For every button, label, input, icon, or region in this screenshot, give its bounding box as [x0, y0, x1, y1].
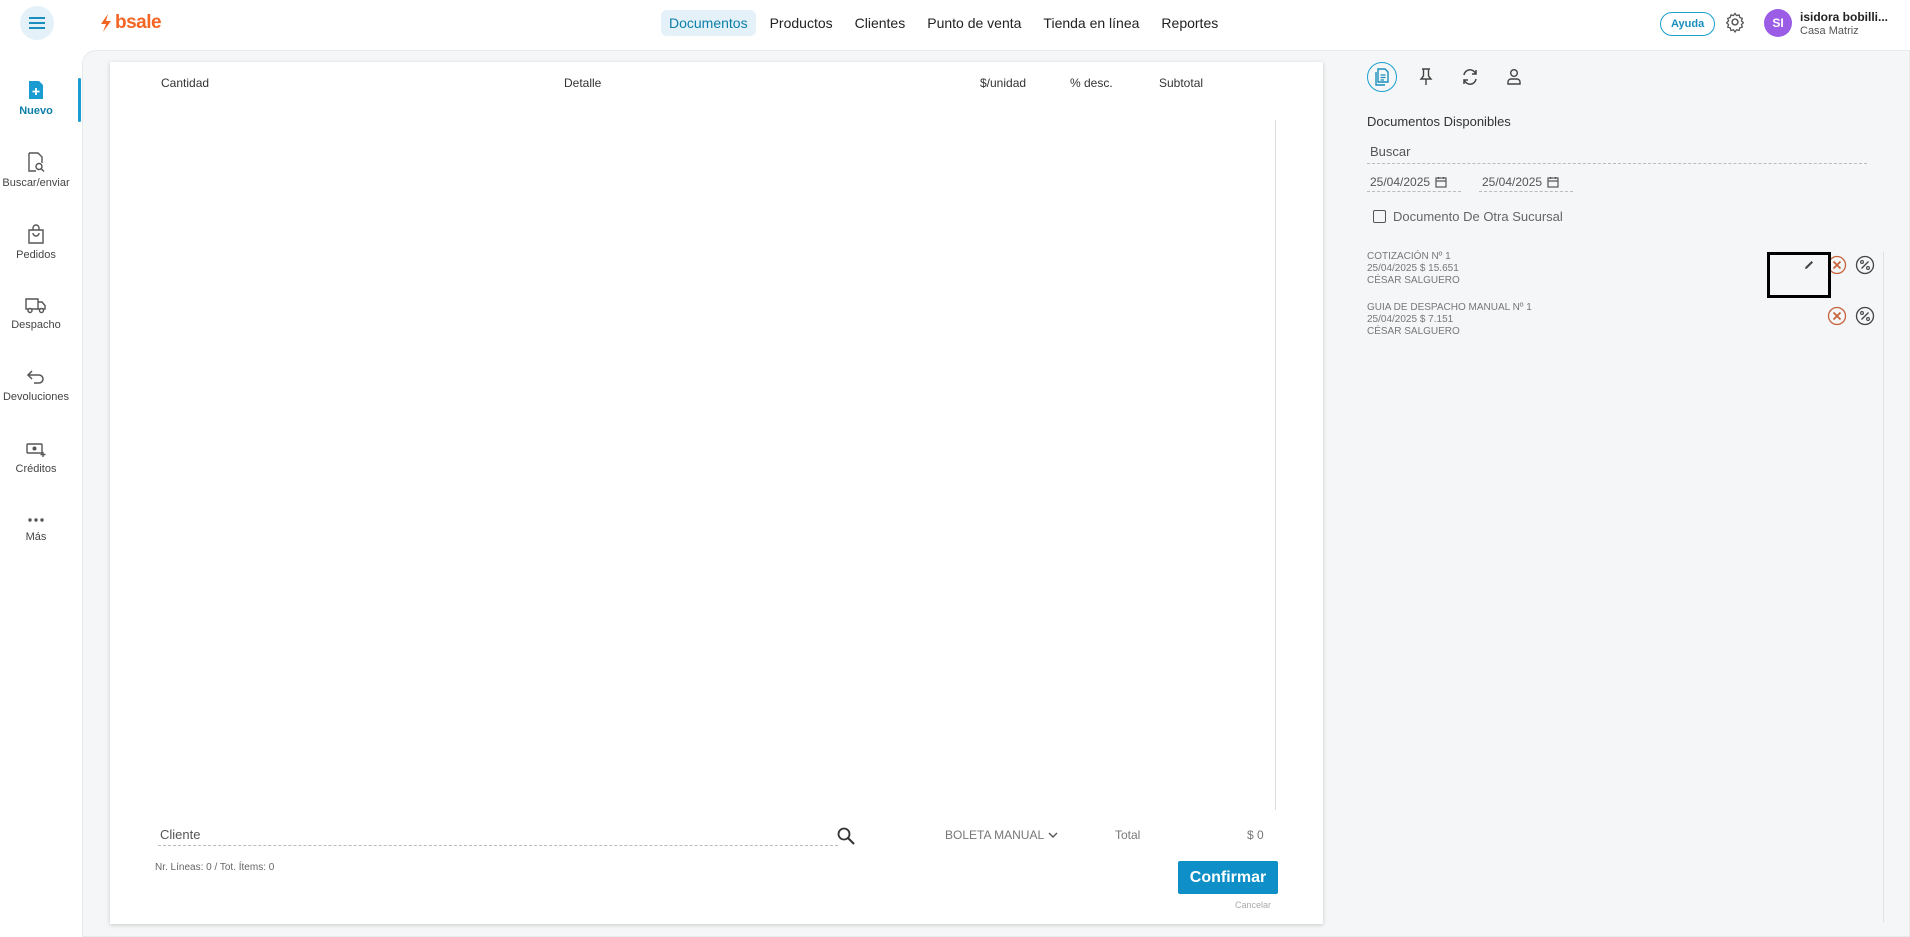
document-info: 25/04/2025 $ 7.151	[1367, 314, 1454, 325]
sidebar-item-label: Pedidos	[16, 249, 56, 261]
document-title: GUIA DE DESPACHO MANUAL Nº 1	[1367, 302, 1532, 313]
confirm-button[interactable]: Confirmar	[1178, 861, 1278, 894]
nav-documentos[interactable]: Documentos	[661, 10, 756, 36]
documents-search-input[interactable]: Buscar	[1367, 144, 1867, 164]
user-branch: Casa Matriz	[1800, 25, 1859, 37]
header-cantidad: Cantidad	[161, 76, 210, 90]
document-actions	[1799, 255, 1875, 275]
sidebar-item-label: Devoluciones	[2, 391, 70, 403]
document-actions	[1827, 306, 1875, 326]
bsale-logo[interactable]: bsale	[100, 12, 162, 34]
sidebar-item-creditos[interactable]: Créditos	[0, 440, 72, 475]
sidebar-item-despacho[interactable]: Despacho	[0, 296, 72, 331]
sidebar-item-label: Nuevo	[19, 105, 53, 117]
active-indicator	[78, 78, 81, 122]
date-from-value: 25/04/2025	[1370, 174, 1431, 189]
cancel-circle-icon	[1827, 255, 1847, 275]
calendar-icon	[1547, 176, 1559, 188]
user-icon	[1507, 69, 1521, 85]
user-name[interactable]: isidora bobilli...	[1800, 10, 1895, 24]
refresh-icon	[1463, 69, 1477, 85]
sidebar-item-label: Más	[25, 531, 47, 543]
calendar-icon	[1435, 176, 1447, 188]
list-scroll-divider	[1883, 252, 1884, 922]
sidebar-item-buscar-enviar[interactable]: Buscar/enviar	[0, 152, 72, 189]
checkbox-label: Documento De Otra Sucursal	[1393, 209, 1563, 224]
help-button[interactable]: Ayuda	[1660, 12, 1716, 36]
sidebar-item-nuevo[interactable]: Nuevo	[0, 80, 72, 117]
percent-circle-icon	[1855, 306, 1875, 326]
search-document-icon	[28, 152, 45, 172]
nav-clientes[interactable]: Clientes	[847, 10, 914, 36]
date-from-field[interactable]: 25/04/2025	[1367, 172, 1461, 192]
sync-tab[interactable]	[1455, 62, 1485, 92]
sidebar-item-label: Créditos	[15, 463, 57, 475]
checkbox-box[interactable]	[1373, 210, 1386, 223]
hamburger-icon	[29, 17, 45, 29]
avatar[interactable]: SI	[1764, 9, 1792, 37]
pencil-icon	[1805, 261, 1813, 269]
chevron-down-icon	[1048, 832, 1058, 838]
document-type-value: BOLETA MANUAL	[945, 828, 1045, 842]
header-subtotal: Subtotal	[1159, 76, 1204, 90]
shopping-bag-icon	[28, 224, 44, 244]
left-sidebar: Nuevo Buscar/enviar Pedidos Despacho Dev…	[0, 60, 81, 560]
available-documents-tab[interactable]	[1367, 62, 1397, 92]
logo-text: bsale	[115, 12, 162, 33]
nav-tienda-en-linea[interactable]: Tienda en línea	[1035, 10, 1147, 36]
document-client: CÉSAR SALGUERO	[1367, 326, 1460, 337]
top-navigation: Documentos Productos Clientes Punto de v…	[661, 10, 1226, 36]
nav-productos[interactable]: Productos	[762, 10, 841, 36]
cancel-circle-icon	[1827, 306, 1847, 326]
nav-punto-de-venta[interactable]: Punto de venta	[919, 10, 1029, 36]
document-editor: Cantidad Detalle $/unidad % desc. Subtot…	[110, 62, 1323, 924]
sidebar-item-label: Buscar/enviar	[2, 177, 70, 189]
cash-plus-icon	[26, 443, 46, 457]
lightning-icon	[101, 14, 111, 32]
lines-info: Nr. Líneas: 0 / Tot. Ítems: 0	[155, 862, 275, 873]
header-unidad: $/unidad	[980, 76, 1027, 90]
pinned-tab[interactable]	[1411, 62, 1441, 92]
menu-button[interactable]	[20, 6, 54, 40]
documents-icon	[1375, 68, 1389, 86]
search-icon[interactable]	[837, 827, 855, 845]
header-detalle: Detalle	[564, 76, 602, 90]
top-bar: bsale Documentos Productos Clientes Punt…	[0, 0, 1910, 48]
percent-circle-icon	[1855, 255, 1875, 275]
total-label: Total	[1115, 828, 1141, 842]
document-client: CÉSAR SALGUERO	[1367, 275, 1460, 286]
panel-title: Documentos Disponibles	[1367, 114, 1511, 129]
return-arrow-icon	[26, 370, 44, 384]
new-document-icon	[29, 81, 43, 99]
edit-button[interactable]	[1799, 255, 1819, 275]
nav-reportes[interactable]: Reportes	[1153, 10, 1226, 36]
gear-icon[interactable]	[1724, 11, 1746, 33]
discount-button[interactable]	[1855, 306, 1875, 326]
scroll-divider	[1275, 120, 1276, 810]
delete-button[interactable]	[1827, 306, 1847, 326]
header-descuento: % desc.	[1070, 76, 1113, 90]
pin-icon	[1419, 68, 1433, 85]
document-type-select[interactable]: BOLETA MANUAL	[945, 828, 1058, 842]
client-tab[interactable]	[1499, 62, 1529, 92]
sidebar-item-pedidos[interactable]: Pedidos	[0, 224, 72, 261]
date-to-field[interactable]: 25/04/2025	[1479, 172, 1573, 192]
total-value: $ 0	[1247, 828, 1264, 842]
documents-panel: Documentos Disponibles Buscar 25/04/2025…	[1340, 60, 1895, 930]
truck-icon	[25, 298, 46, 314]
more-dots-icon	[28, 518, 44, 522]
sidebar-item-mas[interactable]: Más	[0, 514, 72, 543]
date-to-value: 25/04/2025	[1482, 174, 1543, 189]
document-item-cotizacion[interactable]: COTIZACIÓN Nº 1 25/04/2025 $ 15.651 CÉSA…	[1367, 251, 1887, 293]
delete-button[interactable]	[1827, 255, 1847, 275]
cliente-input[interactable]: Cliente	[158, 824, 838, 846]
cancel-button[interactable]: Cancelar	[1235, 900, 1271, 910]
discount-button[interactable]	[1855, 255, 1875, 275]
sidebar-item-devoluciones[interactable]: Devoluciones	[0, 368, 72, 403]
sidebar-item-label: Despacho	[11, 319, 61, 331]
document-item-guia-despacho[interactable]: GUIA DE DESPACHO MANUAL Nº 1 25/04/2025 …	[1367, 302, 1887, 344]
other-branch-checkbox[interactable]: Documento De Otra Sucursal	[1373, 209, 1563, 224]
